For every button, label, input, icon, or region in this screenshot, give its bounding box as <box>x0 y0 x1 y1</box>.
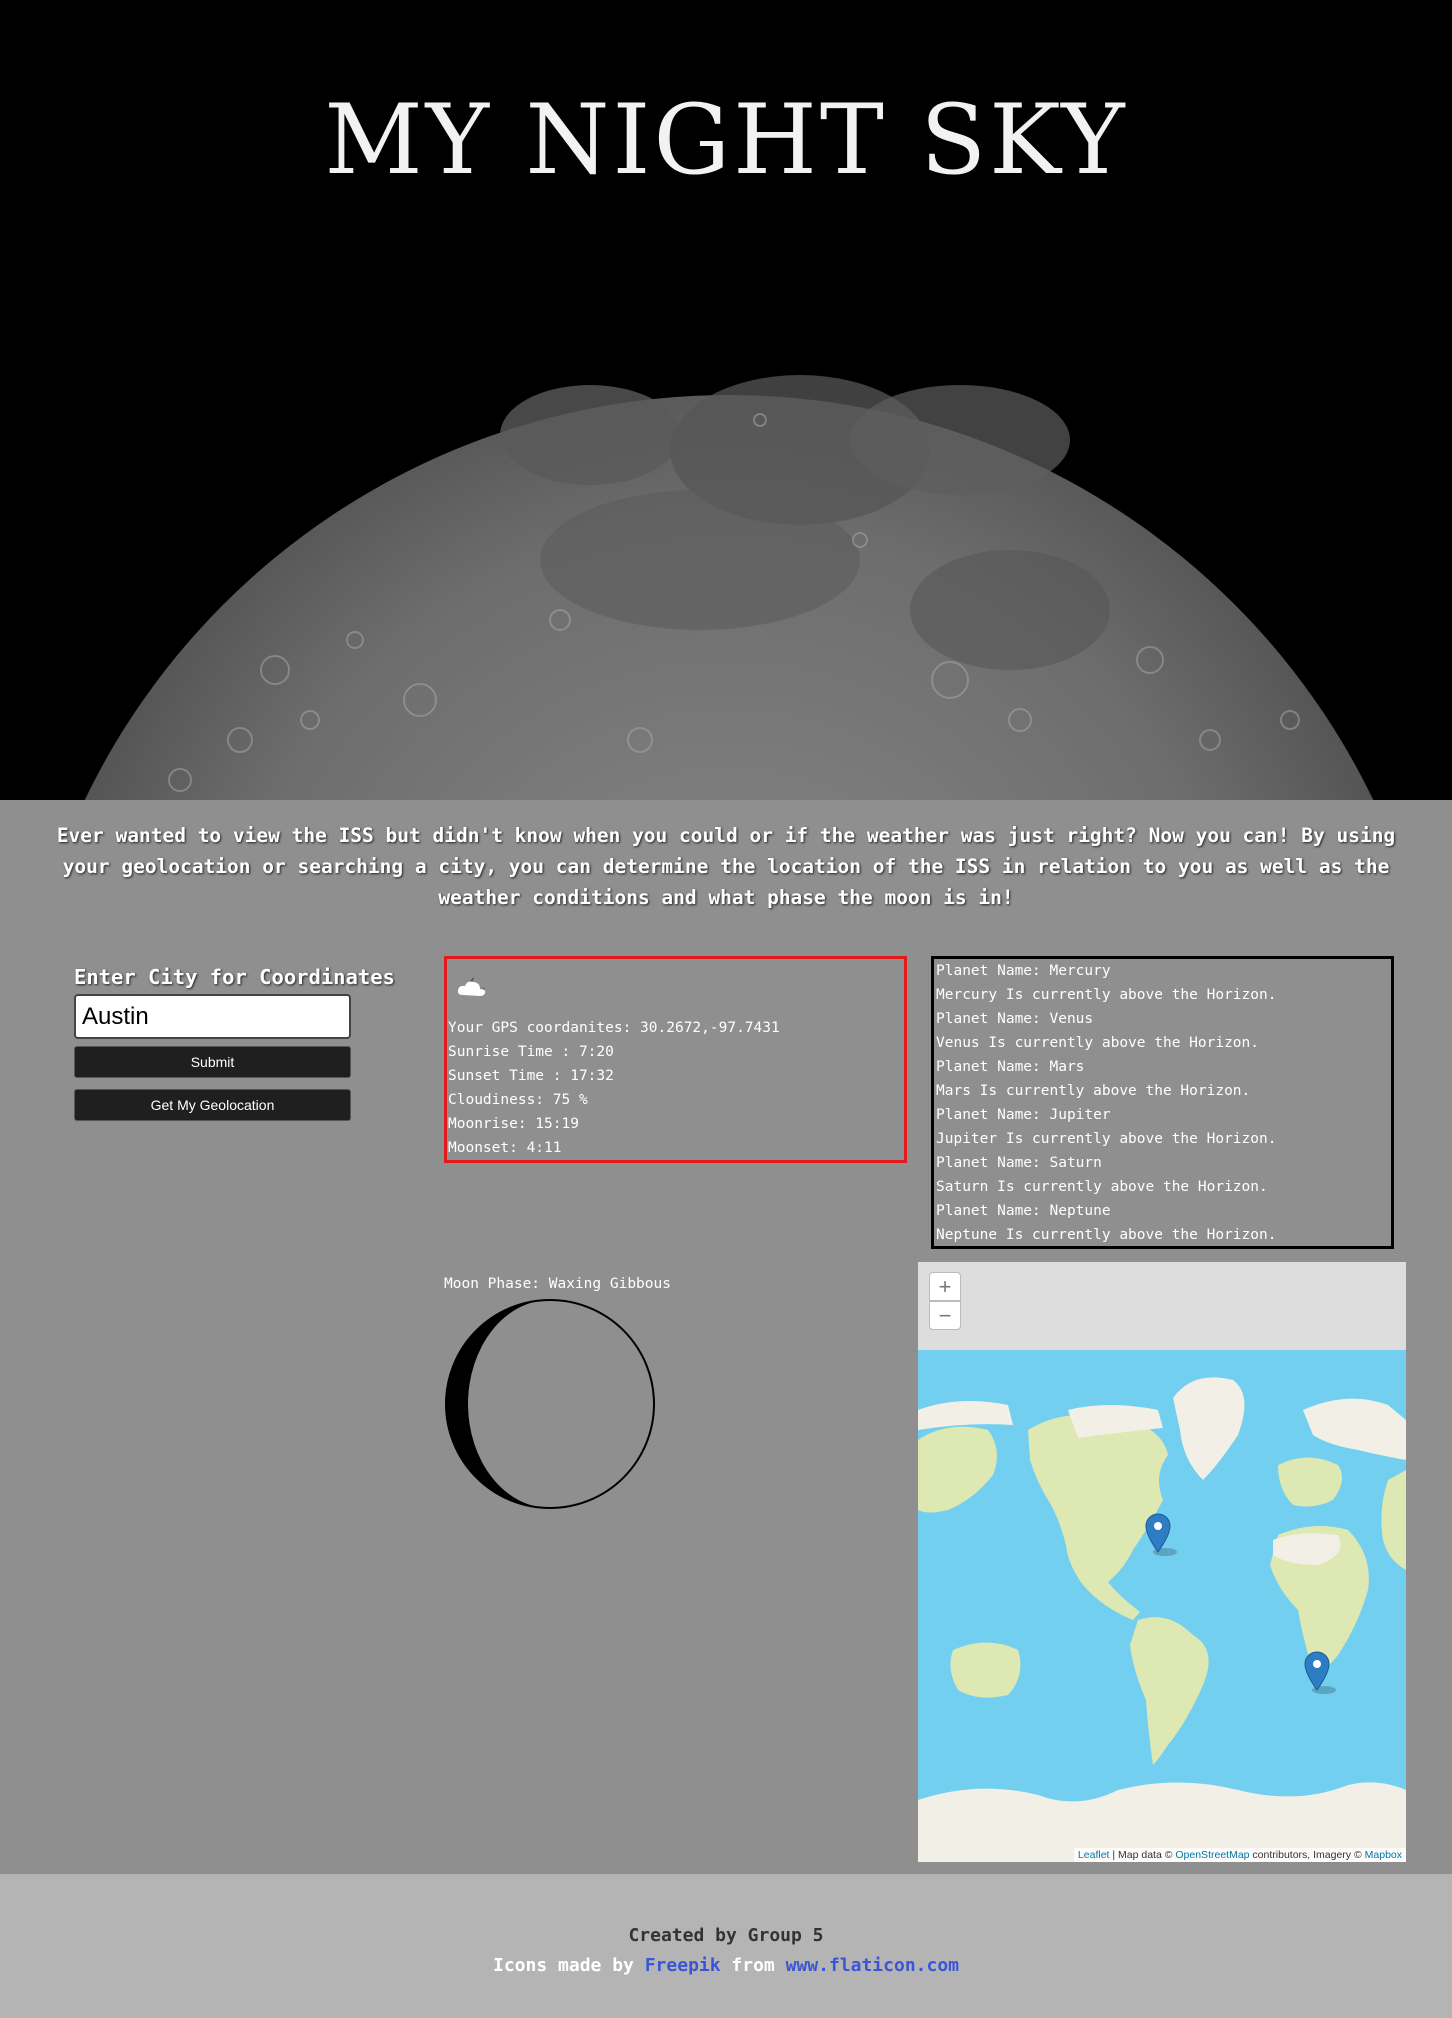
mapbox-link[interactable]: Mapbox <box>1365 1849 1402 1861</box>
from-text: from <box>720 1955 786 1976</box>
weather-panel: Your GPS coordanites: 30.2672,-97.7431 S… <box>444 956 907 1163</box>
hero-banner: MY NIGHT SKY <box>0 0 1452 800</box>
moonrise-time: Moonrise: 15:19 <box>448 1116 579 1132</box>
city-input[interactable] <box>74 994 351 1039</box>
weather-details: Your GPS coordanites: 30.2672,-97.7431 S… <box>448 1016 780 1160</box>
planet-name: Planet Name: Mercury <box>936 963 1111 979</box>
planet-status: Saturn Is currently above the Horizon. <box>936 1179 1268 1195</box>
iss-map[interactable]: + − Leaflet | Map data © OpenStreetMap c… <box>918 1262 1406 1862</box>
freepik-link[interactable]: Freepik <box>645 1955 721 1976</box>
moon-phase-graphic <box>445 1299 655 1509</box>
planet-status: Jupiter Is currently above the Horizon. <box>936 1131 1277 1147</box>
planet-name: Planet Name: Jupiter <box>936 1107 1111 1123</box>
intro-text: Ever wanted to view the ISS but didn't k… <box>56 824 1396 909</box>
planet-status: Venus Is currently above the Horizon. <box>936 1035 1260 1051</box>
planet-status: Mars Is currently above the Horizon. <box>936 1083 1251 1099</box>
moonset-time: Moonset: 4:11 <box>448 1140 562 1156</box>
site-title: MY NIGHT SKY <box>324 84 1128 196</box>
get-geolocation-button[interactable]: Get My Geolocation <box>74 1089 351 1121</box>
footer: Created by Group 5 Icons made by Freepik… <box>0 1874 1452 2018</box>
planet-status: Neptune Is currently above the Horizon. <box>936 1227 1277 1243</box>
map-attribution: Leaflet | Map data © OpenStreetMap contr… <box>1073 1848 1406 1862</box>
planet-name: Planet Name: Mars <box>936 1059 1085 1075</box>
flaticon-link[interactable]: www.flaticon.com <box>786 1955 959 1976</box>
footer-credit: Created by Group 5 <box>628 1925 824 1946</box>
cloudiness: Cloudiness: 75 % <box>448 1092 588 1108</box>
submit-button[interactable]: Submit <box>74 1046 351 1078</box>
moon-phase-label: Moon Phase: Waxing Gibbous <box>444 1276 671 1292</box>
gps-coordinates: Your GPS coordanites: 30.2672,-97.7431 <box>448 1020 780 1036</box>
zoom-out-button[interactable]: − <box>929 1301 961 1330</box>
planet-name: Planet Name: Saturn <box>936 1155 1102 1171</box>
footer-icon-credit: Icons made by Freepik from www.flaticon.… <box>0 1955 1452 1976</box>
icons-made-by-text: Icons made by <box>493 1955 645 1976</box>
sunrise-time: Sunrise Time : 7:20 <box>448 1044 614 1060</box>
planet-name: Planet Name: Venus <box>936 1011 1094 1027</box>
partly-cloudy-night-icon <box>457 977 486 996</box>
openstreetmap-link[interactable]: OpenStreetMap <box>1175 1849 1249 1861</box>
leaflet-link[interactable]: Leaflet <box>1078 1849 1110 1861</box>
planet-status: Mercury Is currently above the Horizon. <box>936 987 1277 1003</box>
zoom-in-button[interactable]: + <box>929 1272 961 1301</box>
attribution-text: | Map data © <box>1109 1849 1176 1861</box>
sunset-time: Sunset Time : 17:32 <box>448 1068 614 1084</box>
planet-name: Planet Name: Neptune <box>936 1203 1111 1219</box>
city-search-label: Enter City for Coordinates <box>74 965 395 989</box>
world-map[interactable] <box>918 1350 1406 1862</box>
attribution-text: contributors, Imagery © <box>1249 1849 1365 1861</box>
planets-panel: Planet Name: Mercury Mercury Is currentl… <box>931 956 1394 1249</box>
